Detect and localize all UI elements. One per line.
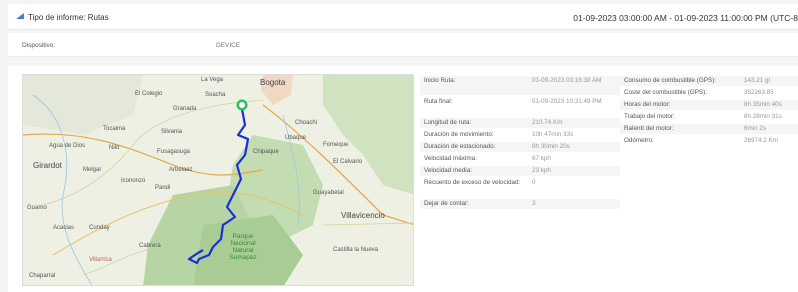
- map-label: Choachi: [295, 120, 318, 126]
- map-label: Castilla la Nueva: [333, 247, 379, 253]
- report-content: La Vega Bogota El Colegio Soacha Granada…: [8, 66, 798, 292]
- stat-row: Velocidad media: 23 kph: [420, 166, 620, 176]
- map-label: El Calvario: [333, 159, 363, 165]
- start-marker-icon: [236, 99, 248, 111]
- stat-value: 01-09-2023 03:18:38 AM: [532, 77, 602, 84]
- stat-key: Coste del combustible (GPS):: [624, 89, 707, 96]
- stat-value: 143.21 gl: [744, 77, 770, 84]
- stat-key: Consumo de combustible (GPS):: [624, 77, 717, 84]
- stat-key: Ruta final:: [424, 98, 453, 105]
- map-label: Bogota: [260, 78, 286, 87]
- route-stats-left: Inicio Ruta: 01-09-2023 03:18:38 AM Ruta …: [420, 76, 620, 211]
- stat-row: Ralentí del motor: 6min 2s: [620, 124, 798, 134]
- stat-row: Duración de movimiento: 10h 47min 33s: [420, 130, 620, 140]
- chart-icon: [16, 13, 24, 19]
- stat-value: 8h 35min 40s: [744, 101, 782, 108]
- map-label: Girardot: [33, 161, 62, 170]
- stat-row: Recuento de exceso de velocidad: 0: [420, 178, 620, 197]
- stat-row: Horas del motor: 8h 35min 40s: [620, 100, 798, 110]
- stat-key: Duración de estacionado:: [424, 143, 496, 150]
- report-type-title: Tipo de informe: Rutas: [28, 13, 109, 22]
- device-value: DEVICE: [216, 42, 241, 49]
- stat-key: Dejar de contar:: [424, 200, 469, 207]
- report-date-range: 01-09-2023 03:00:00 AM - 01-09-2023 11:0…: [573, 13, 798, 23]
- stat-value: 23 kph: [532, 167, 551, 174]
- map-label: Cabrera: [139, 243, 161, 249]
- stat-value: 26974.2 Km: [744, 137, 778, 144]
- stat-key: Inicio Ruta:: [424, 77, 456, 84]
- stat-row: Consumo de combustible (GPS): 143.21 gl: [620, 76, 798, 86]
- stat-key: Horas del motor:: [624, 101, 671, 108]
- map-label: Guamo: [27, 205, 47, 211]
- map-label: Tocaima: [103, 126, 126, 132]
- map-label: Villarrica: [89, 257, 112, 263]
- map-label: Silvania: [161, 129, 183, 135]
- stat-row: Inicio Ruta: 01-09-2023 03:18:38 AM: [420, 76, 620, 95]
- stat-row: Trabajo del motor: 8h 28min 31s: [620, 112, 798, 122]
- stat-value: 0: [532, 179, 536, 186]
- stat-row: Dejar de contar: 3: [420, 199, 620, 209]
- stat-value: 10h 47min 33s: [532, 131, 574, 138]
- map-label: La Vega: [201, 77, 224, 83]
- stat-row: Velocidad máxima: 67 kph: [420, 154, 620, 164]
- stat-value: 352263.85: [744, 89, 774, 96]
- map-label: Chipaque: [253, 149, 279, 155]
- map-label: El Colegio: [135, 91, 163, 97]
- stat-value: 01-09-2023 10:31:49 PM: [532, 98, 602, 105]
- stat-row: Odómetro: 26974.2 Km: [620, 136, 798, 146]
- stat-key: Trabajo del motor:: [624, 113, 675, 120]
- map-label: Acacias: [53, 225, 75, 231]
- map-label: Agua de Dios: [49, 143, 86, 149]
- map-label: Chaparral: [29, 273, 56, 279]
- map-label-park: Parque Nacional Natural Sumapaz: [229, 233, 257, 261]
- stat-row: Ruta final: 01-09-2023 10:31:49 PM: [420, 97, 620, 116]
- map-label: Guayabetal: [313, 190, 344, 196]
- stat-key: Ralentí del motor:: [624, 125, 674, 132]
- route-stats-right: Consumo de combustible (GPS): 143.21 gl C…: [620, 76, 798, 148]
- stat-value: 210.74 Km: [532, 119, 563, 126]
- stat-key: Odómetro:: [624, 137, 654, 144]
- map-label: Fusagasuga: [157, 149, 191, 155]
- map-label: Icononzo: [121, 178, 146, 184]
- map-label: Granada: [173, 106, 197, 112]
- stat-key: Velocidad máxima:: [424, 155, 477, 162]
- stat-row: Coste del combustible (GPS): 352263.85: [620, 88, 798, 98]
- route-map[interactable]: La Vega Bogota El Colegio Soacha Granada…: [22, 74, 414, 286]
- map-label: Fomeque: [323, 142, 349, 148]
- stat-row: Longitud de ruta: 210.74 Km: [420, 118, 620, 128]
- device-label: Dispositivo:: [22, 42, 56, 49]
- stat-value: 8h 30min 20s: [532, 143, 570, 150]
- stat-key: Velocidad media:: [424, 167, 472, 174]
- map-label: Arbelaez: [169, 167, 193, 173]
- stat-value: 6min 2s: [744, 125, 767, 132]
- stat-key: Longitud de ruta:: [424, 119, 472, 126]
- map-label: Cunday: [89, 225, 110, 231]
- map-label: Nilo: [109, 145, 120, 151]
- stat-key: Recuento de exceso de velocidad:: [424, 179, 521, 186]
- stat-row: Duración de estacionado: 8h 30min 20s: [420, 142, 620, 152]
- stat-value: 3: [532, 200, 536, 207]
- map-label: Melgar: [83, 167, 102, 173]
- report-header: Tipo de informe: Rutas 01-09-2023 03:00:…: [8, 4, 798, 30]
- map-label: Pandi: [155, 185, 171, 191]
- map-label: Villavicencio: [341, 211, 385, 220]
- stat-key: Duración de movimiento:: [424, 131, 494, 138]
- map-label: Ubaque: [285, 135, 307, 141]
- stat-value: 67 kph: [532, 155, 551, 162]
- device-row: Dispositivo: DEVICE: [8, 33, 798, 57]
- map-label: Soacha: [205, 92, 226, 98]
- stat-value: 8h 28min 31s: [744, 113, 782, 120]
